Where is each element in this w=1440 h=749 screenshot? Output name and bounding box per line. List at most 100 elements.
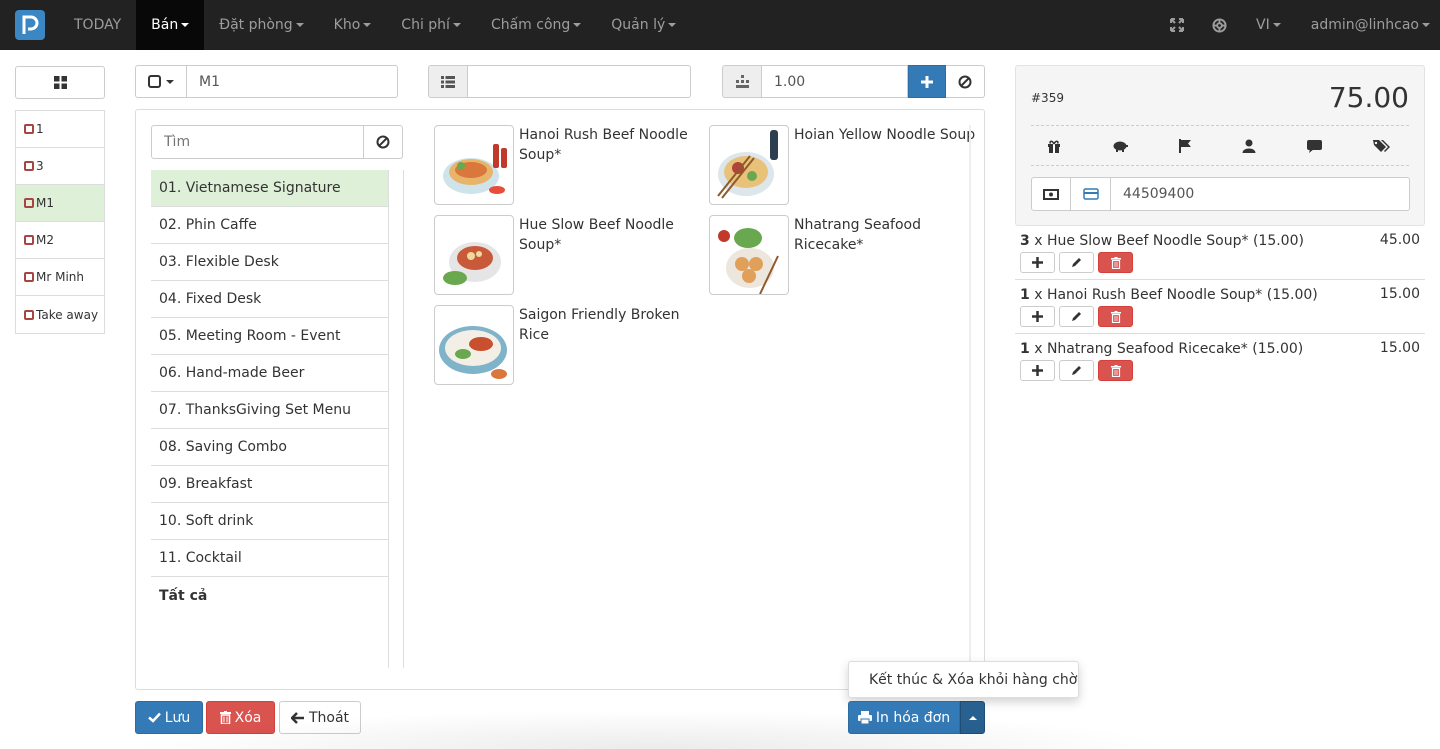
card-payment-button[interactable] [1071, 177, 1111, 211]
nav-kho[interactable]: Kho [319, 0, 387, 50]
nav-today[interactable]: TODAY [59, 0, 136, 50]
table-status-icon [24, 124, 34, 134]
remove-line-button[interactable] [1098, 252, 1133, 273]
product-card[interactable]: Hanoi Rush Beef Noodle Soup* [434, 125, 704, 205]
order-line-amount: 15.00 [1379, 340, 1420, 356]
user-menu[interactable]: admin@linhcao [1296, 0, 1440, 50]
logo-p-icon [22, 15, 39, 34]
increase-qty-button[interactable] [1020, 360, 1055, 381]
increase-qty-button[interactable] [1020, 306, 1055, 327]
gift-icon[interactable] [1047, 139, 1061, 153]
product-card[interactable]: Hue Slow Beef Noodle Soup* [434, 215, 704, 295]
category-item-all[interactable]: Tất cả [151, 577, 388, 614]
trash-icon [1110, 310, 1121, 323]
pencil-icon [1072, 312, 1081, 321]
edit-line-button[interactable] [1059, 252, 1094, 273]
caret-up-icon [968, 715, 977, 720]
order-line: 1 x Nhatrang Seafood Ricecake* (15.00) 1… [1015, 334, 1425, 388]
category-item[interactable]: 01. Vietnamese Signature [151, 170, 388, 207]
edit-line-button[interactable] [1059, 306, 1094, 327]
table-list: 1 3 M1 M2 Mr Minh Take away [15, 110, 105, 334]
category-item[interactable]: 04. Fixed Desk [151, 281, 388, 318]
language-dropdown[interactable]: VI [1241, 0, 1296, 50]
flag-icon[interactable] [1179, 139, 1191, 153]
cash-payment-button[interactable] [1031, 177, 1071, 211]
comment-icon[interactable] [1307, 139, 1322, 153]
product-image [434, 215, 514, 295]
caret-down-icon [452, 23, 461, 27]
add-quantity-button[interactable] [908, 65, 946, 98]
caret-down-icon [181, 23, 190, 27]
square-icon [148, 75, 161, 88]
user-icon[interactable] [1242, 139, 1256, 153]
piggy-bank-icon[interactable] [1112, 140, 1128, 152]
table-grid-button[interactable] [15, 66, 105, 99]
ban-icon [376, 135, 390, 149]
exit-button[interactable]: Thoát [279, 701, 361, 734]
category-item[interactable]: 08. Saving Combo [151, 429, 388, 466]
increase-qty-button[interactable] [1020, 252, 1055, 273]
trash-icon [1110, 256, 1121, 269]
edit-line-button[interactable] [1059, 360, 1094, 381]
table-item[interactable]: 3 [16, 148, 104, 185]
delete-button[interactable]: Xóa [206, 701, 275, 734]
product-name: Hanoi Rush Beef Noodle Soup* [519, 127, 688, 163]
credit-card-icon [1082, 188, 1099, 200]
pencil-icon [1072, 258, 1081, 267]
table-item[interactable]: Mr Minh [16, 259, 104, 296]
nav-chi-phi[interactable]: Chi phí [386, 0, 476, 50]
table-item[interactable]: M2 [16, 222, 104, 259]
nav-dat-phong[interactable]: Đặt phòng [204, 0, 318, 50]
nav-ban[interactable]: Bán [136, 0, 205, 50]
print-options-toggle[interactable] [960, 701, 985, 734]
table-status-icon [24, 235, 34, 245]
remove-line-button[interactable] [1098, 360, 1133, 381]
caret-down-icon [573, 23, 582, 27]
product-scrollbar[interactable] [969, 125, 971, 668]
search-input[interactable] [151, 125, 364, 159]
tags-icon[interactable] [1373, 139, 1391, 153]
grid-icon [53, 76, 67, 89]
quantity-input[interactable]: 1.00 [762, 65, 908, 98]
table-input[interactable]: M1 [187, 65, 398, 98]
product-card[interactable]: Nhatrang Seafood Ricecake* [709, 215, 979, 295]
nav-cham-cong[interactable]: Chấm công [476, 0, 596, 50]
plus-icon [1032, 365, 1043, 376]
product-card[interactable]: Saigon Friendly Broken Rice [434, 305, 704, 385]
nav-quan-ly[interactable]: Quản lý [596, 0, 691, 50]
category-item[interactable]: 09. Breakfast [151, 466, 388, 503]
clear-quantity-button[interactable] [946, 65, 985, 98]
category-item[interactable]: 02. Phin Caffe [151, 207, 388, 244]
lifebuoy-icon[interactable] [1198, 0, 1241, 50]
category-item[interactable]: 07. ThanksGiving Set Menu [151, 392, 388, 429]
search-group [151, 125, 403, 159]
order-number: #359 [1031, 91, 1064, 105]
trash-icon [1110, 364, 1121, 377]
category-item[interactable]: 03. Flexible Desk [151, 244, 388, 281]
divider [1031, 165, 1409, 166]
finish-clear-queue-item[interactable]: Kết thúc & Xóa khỏi hàng chờ [869, 672, 1077, 688]
table-item[interactable]: M1 [16, 185, 104, 222]
save-button[interactable]: Lưu [135, 701, 203, 734]
payment-amount-input[interactable]: 44509400 [1111, 177, 1410, 211]
category-item[interactable]: 06. Hand-made Beer [151, 355, 388, 392]
app-logo[interactable] [15, 10, 45, 40]
table-item[interactable]: 1 [16, 111, 104, 148]
order-line: 1 x Hanoi Rush Beef Noodle Soup* (15.00)… [1015, 280, 1425, 334]
table-status-icon [24, 272, 34, 282]
print-invoice-button[interactable]: In hóa đơn [848, 701, 960, 734]
order-line-text: 1 x Hanoi Rush Beef Noodle Soup* (15.00) [1020, 287, 1318, 303]
category-item[interactable]: 05. Meeting Room - Event [151, 318, 388, 355]
remove-line-button[interactable] [1098, 306, 1133, 327]
clear-search-button[interactable] [364, 125, 403, 159]
table-type-dropdown[interactable] [135, 65, 187, 98]
category-scrollbar[interactable] [388, 170, 404, 668]
list-input[interactable] [468, 65, 691, 98]
product-card[interactable]: Hoian Yellow Noodle Soup [709, 125, 979, 205]
category-item[interactable]: 11. Cocktail [151, 540, 388, 577]
table-item[interactable]: Take away [16, 296, 104, 333]
fullscreen-icon[interactable] [1156, 0, 1198, 50]
category-item[interactable]: 10. Soft drink [151, 503, 388, 540]
list-view-button[interactable] [428, 65, 468, 98]
payment-group: 44509400 [1031, 177, 1410, 211]
